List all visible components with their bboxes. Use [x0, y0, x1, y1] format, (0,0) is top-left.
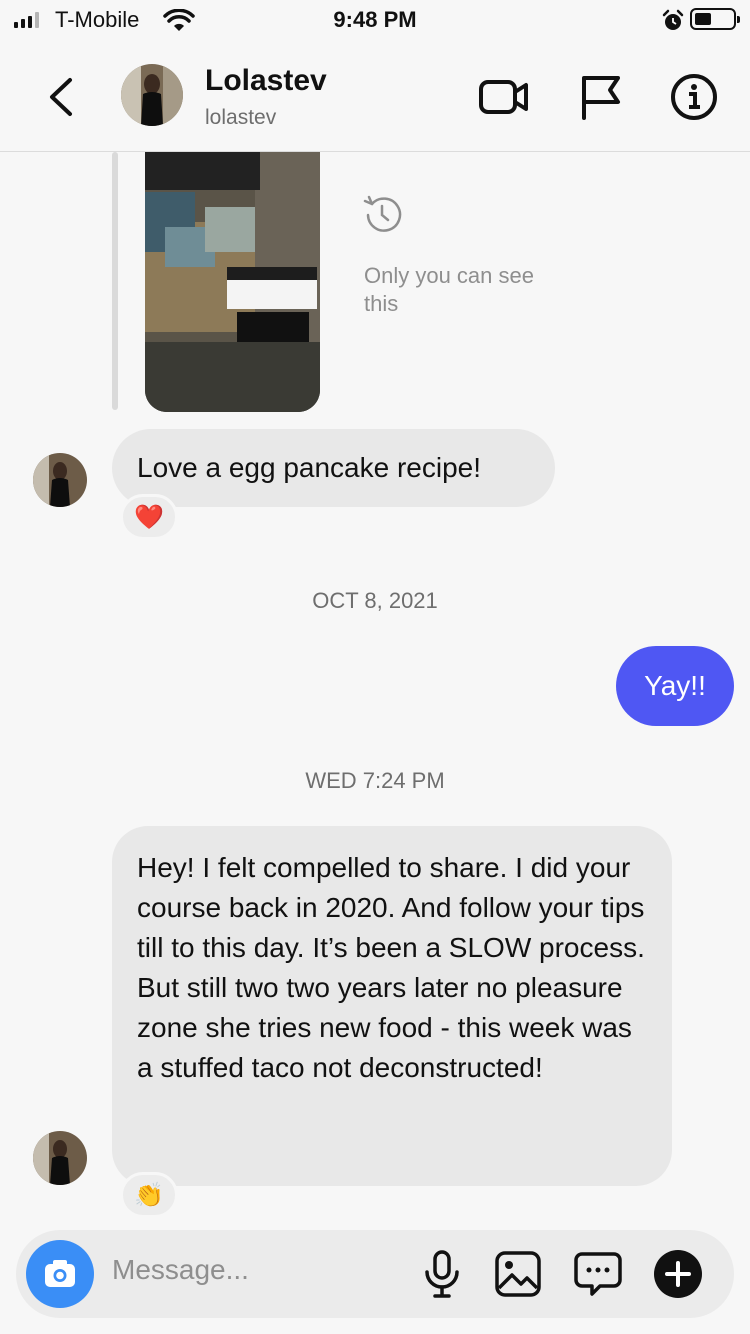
back-icon[interactable] — [40, 72, 84, 122]
status-time: 9:48 PM — [333, 7, 417, 32]
story-reply-bar — [112, 152, 118, 410]
heart-reaction[interactable]: ❤️ — [120, 494, 178, 540]
gallery-icon[interactable] — [492, 1248, 544, 1300]
date-separator: OCT 8, 2021 — [312, 588, 438, 613]
avatar[interactable] — [121, 64, 183, 126]
avatar[interactable] — [33, 1131, 87, 1185]
status-bar: T-Mobile 9:48 PM — [0, 0, 750, 42]
video-call-icon[interactable] — [478, 72, 530, 122]
message-input[interactable]: Message... — [112, 1254, 249, 1286]
add-icon[interactable] — [652, 1248, 704, 1300]
contact-username[interactable]: lolastev — [205, 106, 276, 130]
info-icon[interactable] — [668, 72, 720, 122]
microphone-icon[interactable] — [416, 1248, 468, 1300]
message-bubble-outgoing[interactable]: Yay!! — [616, 646, 734, 726]
message-text: Love a egg pancake recipe! — [137, 452, 482, 483]
battery-icon — [690, 8, 740, 30]
camera-button[interactable] — [26, 1240, 94, 1308]
story-thumbnail[interactable] — [145, 152, 320, 412]
message-bubble-incoming[interactable]: Hey! I felt compelled to share. I did yo… — [112, 826, 672, 1186]
clap-reaction[interactable]: 👏 — [120, 1172, 178, 1218]
alarm-icon — [662, 9, 684, 30]
sticker-icon[interactable] — [572, 1248, 624, 1300]
contact-name[interactable]: Lolastev — [205, 64, 327, 98]
message-bubble-incoming[interactable]: Love a egg pancake recipe! — [112, 429, 555, 507]
clap-icon: 👏 — [134, 1181, 164, 1209]
message-text: Hey! I felt compelled to share. I did yo… — [137, 852, 645, 1083]
story-visibility-note: Only you can see this — [364, 263, 534, 316]
camera-icon — [45, 1260, 75, 1287]
date-separator: WED 7:24 PM — [305, 768, 445, 793]
message-composer: Message... — [16, 1230, 734, 1318]
avatar[interactable] — [33, 453, 87, 507]
message-text: Yay!! — [644, 670, 706, 701]
heart-icon: ❤️ — [134, 503, 164, 531]
chat-header: Lolastev lolastev — [0, 42, 750, 152]
history-icon — [363, 195, 402, 232]
flag-icon[interactable] — [574, 72, 626, 122]
